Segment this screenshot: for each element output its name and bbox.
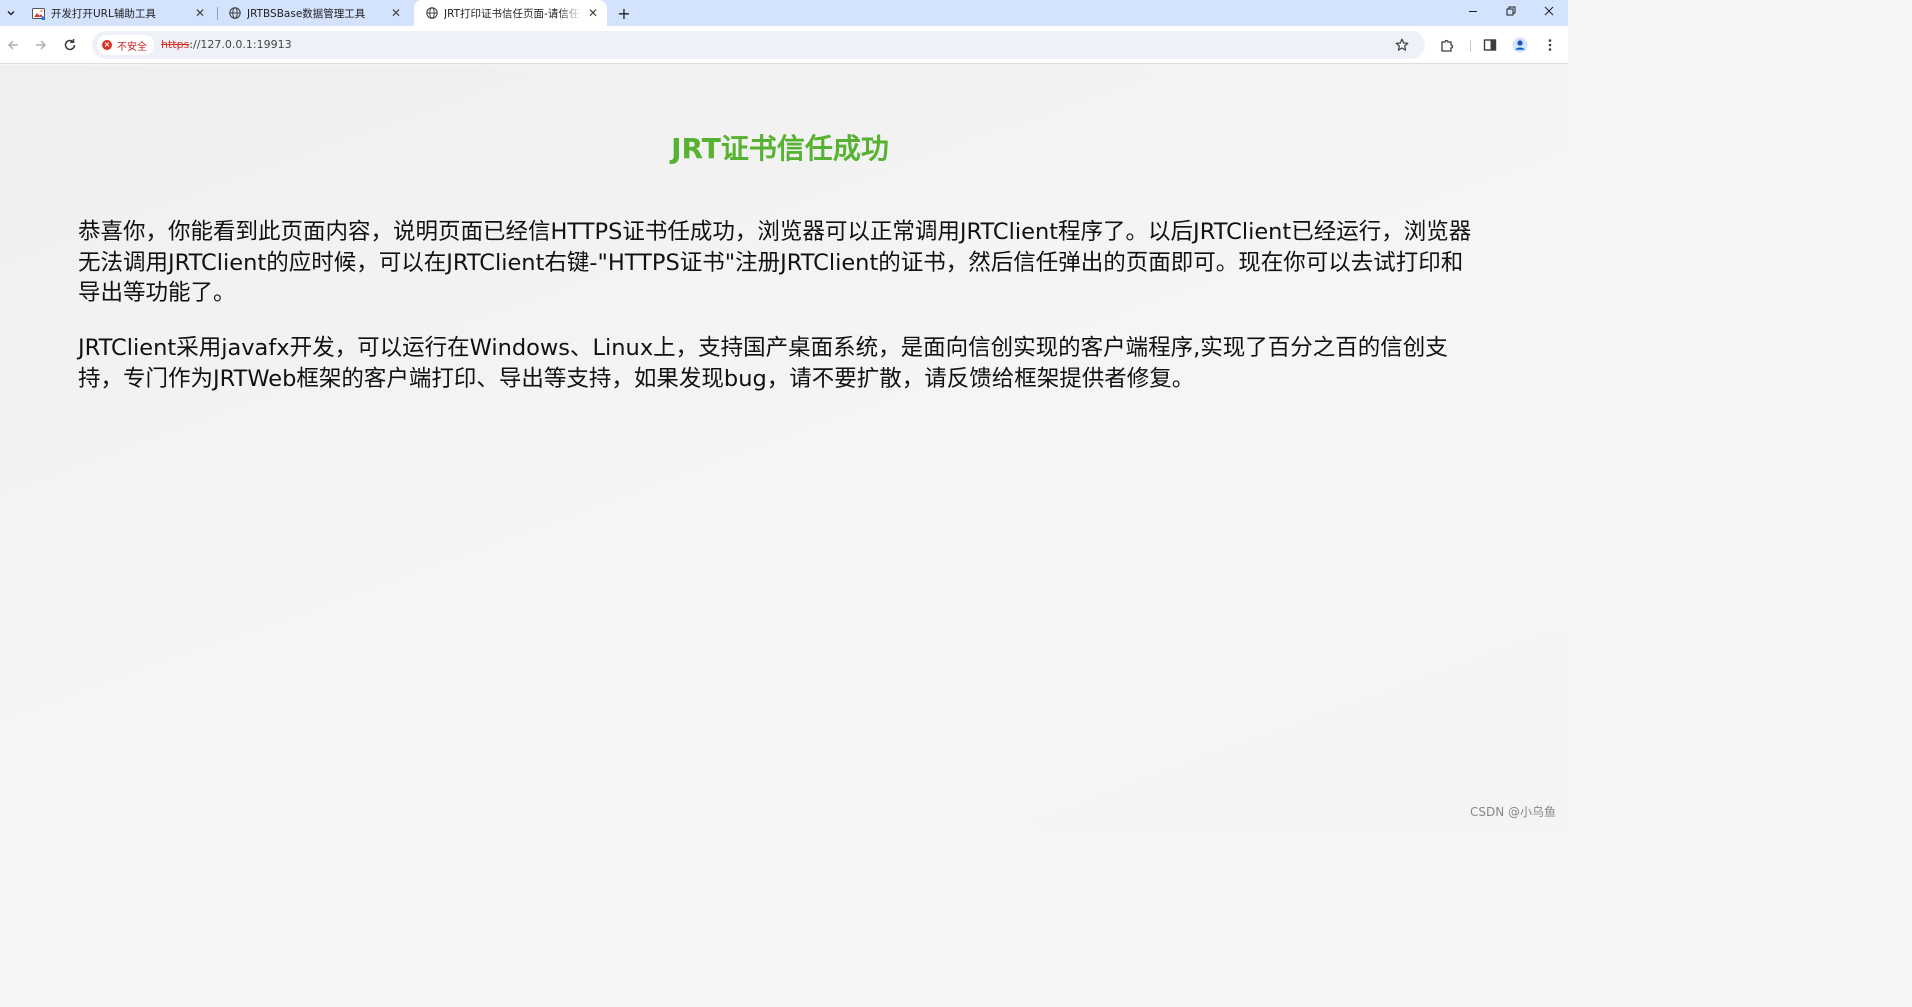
arrow-left-icon <box>7 40 18 50</box>
menu-button[interactable] <box>1539 34 1561 56</box>
more-vertical-icon <box>1548 39 1552 51</box>
page-content: JRT证书信任成功 恭喜你，你能看到此页面内容，说明页面已经信HTTPS证书任成… <box>0 65 1568 826</box>
reload-icon <box>64 39 76 51</box>
address-bar[interactable]: × 不安全 https://127.0.0.1:19913 <box>92 31 1425 59</box>
restore-button[interactable] <box>1492 0 1530 22</box>
profile-button[interactable] <box>1509 34 1531 56</box>
intro-paragraph: 恭喜你，你能看到此页面内容，说明页面已经信HTTPS证书任成功，浏览器可以正常调… <box>78 219 1472 306</box>
extensions-button[interactable] <box>1436 34 1458 56</box>
globe-icon <box>425 7 438 20</box>
tab-jrt-cert-trust[interactable]: JRT打印证书信任页面-请信任此 ✕ <box>414 0 607 26</box>
minimize-button[interactable] <box>1454 0 1492 22</box>
tab-bsbase-data-tool[interactable]: JRTBSBase数据管理工具 ✕ <box>217 0 410 26</box>
bookmark-star-button[interactable] <box>1392 35 1412 55</box>
close-icon[interactable]: ✕ <box>585 5 601 21</box>
watermark: CSDN @小乌鱼 <box>1469 805 1556 819</box>
tab-title: JRTBSBase数据管理工具 <box>247 7 366 20</box>
close-icon[interactable]: ✕ <box>192 5 208 21</box>
reload-button[interactable] <box>59 34 81 56</box>
tab-title: JRT打印证书信任页面-请信任此 <box>444 7 581 20</box>
tab-strip: 开发打开URL辅助工具 ✕ JRTBSBase数据管理工具 ✕ JRT打印证书信… <box>0 0 1568 26</box>
tab-search-chevron-icon[interactable] <box>1 3 21 23</box>
puzzle-icon <box>1440 39 1453 52</box>
image-icon <box>32 7 45 20</box>
side-panel-icon <box>1483 39 1497 51</box>
warning-icon: × <box>102 40 112 50</box>
tab-url-helper[interactable]: 开发打开URL辅助工具 ✕ <box>21 0 214 26</box>
side-panel-button[interactable] <box>1479 34 1501 56</box>
browser-toolbar: × 不安全 https://127.0.0.1:19913 <box>0 26 1568 64</box>
toolbar-divider <box>1470 40 1471 52</box>
close-icon[interactable]: ✕ <box>388 5 404 21</box>
security-label: 不安全 <box>117 41 147 53</box>
back-button[interactable] <box>2 34 24 56</box>
url-host: ://127.0.0.1:19913 <box>189 38 292 51</box>
url-text[interactable]: https://127.0.0.1:19913 <box>161 38 292 51</box>
page-title: JRT证书信任成功 <box>671 132 889 165</box>
new-tab-button[interactable]: + <box>613 2 635 24</box>
url-scheme: https <box>161 38 190 51</box>
globe-icon <box>228 7 241 20</box>
star-icon <box>1395 38 1409 51</box>
description-paragraph: JRTClient采用javafx开发，可以运行在Windows、Linux上，… <box>78 335 1448 392</box>
avatar-icon <box>1512 37 1528 53</box>
tab-title: 开发打开URL辅助工具 <box>51 7 156 20</box>
forward-button[interactable] <box>30 34 52 56</box>
arrow-right-icon <box>36 40 47 50</box>
site-security-chip[interactable]: × 不安全 <box>97 35 154 55</box>
close-window-button[interactable] <box>1530 0 1568 22</box>
